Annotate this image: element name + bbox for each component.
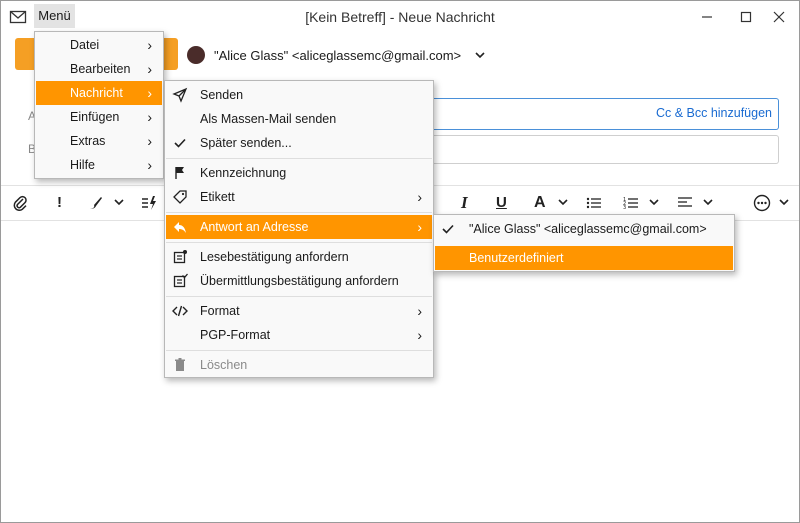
tag-icon bbox=[173, 190, 187, 204]
close-icon[interactable] bbox=[767, 7, 791, 27]
menu-item-pgp-format[interactable]: PGP-Format › bbox=[166, 323, 432, 347]
compose-window: Menü [Kein Betreff] - Neue Nachricht "Al… bbox=[0, 0, 800, 523]
chevron-right-icon: › bbox=[417, 219, 422, 235]
menu-separator bbox=[166, 212, 432, 213]
menu-separator bbox=[166, 350, 432, 351]
checkmark-icon bbox=[174, 138, 186, 148]
message-submenu: Senden Als Massen-Mail senden Später sen… bbox=[164, 80, 434, 378]
menu-item-label: Extras bbox=[70, 134, 106, 148]
sender-selector[interactable]: "Alice Glass" <aliceglassemc@gmail.com> bbox=[187, 45, 485, 65]
menu-item-lesebestaetigung[interactable]: Lesebestätigung anfordern bbox=[166, 245, 432, 269]
menu-item-etikett[interactable]: Etikett › bbox=[166, 185, 432, 209]
read-receipt-icon bbox=[173, 250, 187, 264]
chevron-down-icon[interactable] bbox=[649, 198, 659, 206]
menu-item-label: Senden bbox=[200, 88, 244, 102]
menu-item-label: "Alice Glass" <aliceglassemc@gmail.com> bbox=[469, 222, 707, 236]
avatar bbox=[187, 46, 205, 64]
trash-icon bbox=[175, 358, 185, 371]
sender-address: "Alice Glass" <aliceglassemc@gmail.com> bbox=[214, 47, 462, 63]
chevron-right-icon: › bbox=[147, 37, 152, 53]
menu-item-massen-mail[interactable]: Als Massen-Mail senden bbox=[166, 107, 432, 131]
menu-item-einfuegen[interactable]: Einfügen › bbox=[36, 105, 162, 129]
menu-item-hilfe[interactable]: Hilfe › bbox=[36, 153, 162, 177]
menu-item-label: Löschen bbox=[200, 358, 248, 372]
menu-item-nachricht[interactable]: Nachricht › bbox=[36, 81, 162, 105]
menu-item-label: Kennzeichnung bbox=[200, 166, 287, 180]
menu-item-label: Hilfe bbox=[70, 158, 96, 172]
delivery-receipt-icon bbox=[173, 273, 188, 288]
chevron-right-icon: › bbox=[417, 327, 422, 343]
menu-item-extras[interactable]: Extras › bbox=[36, 129, 162, 153]
menu-item-label: Etikett bbox=[200, 190, 235, 204]
menu-item-label: Antwort an Adresse bbox=[200, 220, 309, 234]
minimize-icon[interactable] bbox=[695, 7, 719, 27]
reply-to-submenu: "Alice Glass" <aliceglassemc@gmail.com> … bbox=[433, 214, 735, 272]
chevron-down-icon[interactable] bbox=[114, 198, 124, 206]
to-input[interactable]: Cc & Bcc hinzufügen bbox=[421, 98, 779, 130]
menu-item-antwort-an-adresse[interactable]: Antwort an Adresse › bbox=[166, 215, 432, 239]
maximize-icon[interactable] bbox=[734, 7, 758, 27]
important-button[interactable]: ! bbox=[57, 194, 62, 212]
bullet-list-icon[interactable] bbox=[586, 194, 602, 212]
numbered-list-icon[interactable]: 123 bbox=[623, 194, 639, 212]
checkmark-icon bbox=[442, 224, 454, 234]
chevron-right-icon: › bbox=[147, 133, 152, 149]
title-bar: Menü [Kein Betreff] - Neue Nachricht bbox=[1, 1, 799, 33]
code-icon bbox=[172, 305, 188, 317]
chevron-right-icon: › bbox=[417, 303, 422, 319]
menu-item-label: Übermittlungsbestätigung anfordern bbox=[200, 274, 399, 288]
menu-item-senden[interactable]: Senden bbox=[166, 83, 432, 107]
svg-text:3: 3 bbox=[623, 205, 626, 211]
menu-separator bbox=[166, 158, 432, 159]
cc-bcc-link[interactable]: Cc & Bcc hinzufügen bbox=[656, 106, 772, 120]
chevron-down-icon[interactable] bbox=[779, 198, 789, 206]
menu-item-kennzeichnung[interactable]: Kennzeichnung bbox=[166, 161, 432, 185]
paperclip-icon[interactable] bbox=[12, 194, 28, 212]
menu-item-format[interactable]: Format › bbox=[166, 299, 432, 323]
underline-button[interactable]: U bbox=[496, 194, 507, 212]
menu-item-label: Format bbox=[200, 304, 240, 318]
reply-icon bbox=[174, 222, 186, 233]
main-menu: Datei › Bearbeiten › Nachricht › Einfügen › … bbox=[34, 31, 164, 179]
brush-icon[interactable] bbox=[87, 194, 105, 212]
window-title: [Kein Betreff] - Neue Nachricht bbox=[305, 9, 495, 25]
menu-item-label: PGP-Format bbox=[200, 328, 271, 342]
menu-item-label: Als Massen-Mail senden bbox=[200, 112, 337, 126]
menu-item-label: Später senden... bbox=[200, 136, 292, 150]
chevron-right-icon: › bbox=[147, 157, 152, 173]
chevron-right-icon: › bbox=[147, 85, 152, 101]
chevron-down-icon[interactable] bbox=[558, 198, 568, 206]
menu-item-label: Lesebestätigung anfordern bbox=[200, 250, 349, 264]
chevron-right-icon: › bbox=[417, 189, 422, 205]
flag-icon bbox=[175, 167, 184, 179]
menu-item-uebermittlungsbestaetigung[interactable]: Übermittlungsbestätigung anfordern bbox=[166, 269, 432, 293]
subject-input[interactable] bbox=[421, 135, 779, 164]
menu-item-loeschen: Löschen bbox=[166, 353, 432, 377]
send-icon bbox=[172, 87, 188, 103]
menu-item-benutzerdefiniert[interactable]: Benutzerdefiniert bbox=[435, 246, 733, 270]
style-icon[interactable] bbox=[141, 194, 157, 212]
menu-separator bbox=[166, 296, 432, 297]
menu-item-label: Bearbeiten bbox=[70, 62, 131, 76]
more-options-icon[interactable] bbox=[753, 194, 771, 212]
chevron-right-icon: › bbox=[147, 61, 152, 77]
menu-item-label: Datei bbox=[70, 38, 100, 52]
menu-item-reply-address[interactable]: "Alice Glass" <aliceglassemc@gmail.com> bbox=[435, 217, 733, 241]
menu-item-datei[interactable]: Datei › bbox=[36, 33, 162, 57]
italic-button[interactable]: I bbox=[461, 194, 468, 212]
menu-item-label: Benutzerdefiniert bbox=[469, 251, 564, 265]
menu-separator bbox=[166, 242, 432, 243]
menu-item-label: Einfügen bbox=[70, 110, 120, 124]
chevron-down-icon bbox=[475, 52, 485, 59]
chevron-right-icon: › bbox=[147, 109, 152, 125]
menu-item-bearbeiten[interactable]: Bearbeiten › bbox=[36, 57, 162, 81]
menu-item-label: Nachricht bbox=[70, 86, 123, 100]
align-icon[interactable] bbox=[677, 194, 693, 212]
font-button[interactable]: A bbox=[534, 194, 546, 212]
chevron-down-icon[interactable] bbox=[703, 198, 713, 206]
menu-item-spaeter-senden[interactable]: Später senden... bbox=[166, 131, 432, 155]
